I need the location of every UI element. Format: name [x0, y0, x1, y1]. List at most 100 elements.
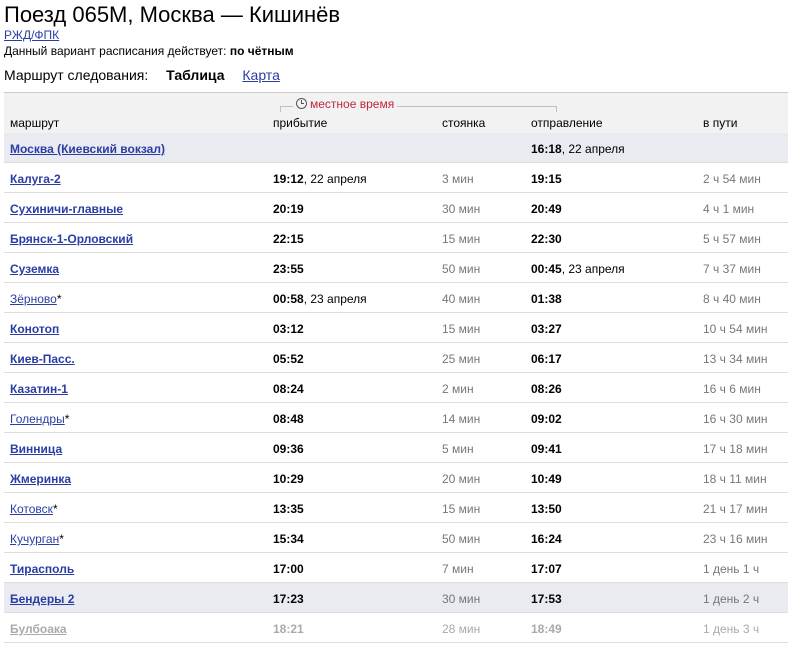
- validity-label: Данный вариант расписания действует:: [4, 44, 227, 58]
- arrival-time: 03:12: [273, 322, 304, 336]
- departure-time: 09:02: [531, 412, 562, 426]
- travel-time: 13 ч 34 мин: [703, 352, 768, 366]
- station-link[interactable]: Брянск-1-Орловский: [10, 232, 133, 246]
- local-time-hint[interactable]: местное время: [293, 97, 398, 111]
- table-row: Москва (Киевский вокзал) 16:18, 22 апрел…: [4, 133, 788, 163]
- arrival-time: 23:55: [273, 262, 304, 276]
- station-link[interactable]: Кучурган: [10, 532, 59, 546]
- local-time-label: местное время: [310, 97, 395, 111]
- route-view-switch: Маршрут следования: Таблица Карта: [4, 67, 280, 83]
- table-row: Винница 09:36 5 мин 09:41 17 ч 18 мин: [4, 433, 788, 463]
- arrival-time: 20:19: [273, 202, 304, 216]
- arrival-time: 10:29: [273, 472, 304, 486]
- travel-time: 21 ч 17 мин: [703, 502, 768, 516]
- station-link[interactable]: Суземка: [10, 262, 59, 276]
- departure-time: 20:49: [531, 202, 562, 216]
- travel-time: 18 ч 11 мин: [703, 472, 767, 486]
- table-row: Калуга-2 19:12, 22 апреля 3 мин 19:15 2 …: [4, 163, 788, 193]
- table-row: Казатин-1 08:24 2 мин 08:26 16 ч 6 мин: [4, 373, 788, 403]
- arrival-time: 00:58: [273, 292, 304, 306]
- clock-icon: [296, 98, 307, 109]
- tab-table: Таблица: [166, 67, 225, 83]
- stop-duration: 5 мин: [442, 442, 474, 456]
- departure-time: 06:17: [531, 352, 562, 366]
- validity-value: по чётным: [229, 44, 294, 58]
- departure-time: 13:50: [531, 502, 562, 516]
- travel-time: 4 ч 1 мин: [703, 202, 755, 216]
- departure-time: 00:45: [531, 262, 562, 276]
- tab-map[interactable]: Карта: [242, 67, 279, 83]
- departure-time: 17:53: [531, 592, 562, 606]
- table-row: Брянск-1-Орловский 22:15 15 мин 22:30 5 …: [4, 223, 788, 253]
- departure-time: 10:49: [531, 472, 562, 486]
- stop-duration: 7 мин: [442, 562, 474, 576]
- table-row: Тирасполь 17:00 7 мин 17:07 1 день 1 ч: [4, 553, 788, 583]
- station-link[interactable]: Котовск: [10, 502, 53, 516]
- arrival-time: 15:34: [273, 532, 304, 546]
- travel-time: 7 ч 37 мин: [703, 262, 761, 276]
- departure-date: , 23 апреля: [561, 262, 625, 276]
- departure-time: 17:07: [531, 562, 562, 576]
- stop-duration: 20 мин: [442, 472, 481, 486]
- stop-duration: 50 мин: [442, 262, 481, 276]
- arrival-date: , 23 апреля: [303, 292, 367, 306]
- table-row: Киев-Пасс. 05:52 25 мин 06:17 13 ч 34 ми…: [4, 343, 788, 373]
- table-row: Конотоп 03:12 15 мин 03:27 10 ч 54 мин: [4, 313, 788, 343]
- stop-duration: 30 мин: [442, 592, 481, 606]
- column-departure: отправление: [531, 116, 603, 130]
- departure-time: 22:30: [531, 232, 562, 246]
- departure-time: 08:26: [531, 382, 562, 396]
- travel-time: 5 ч 57 мин: [703, 232, 761, 246]
- travel-time: 17 ч 18 мин: [703, 442, 768, 456]
- station-link[interactable]: Калуга-2: [10, 172, 61, 186]
- stop-duration: 25 мин: [442, 352, 481, 366]
- arrival-time: 22:15: [273, 232, 304, 246]
- stop-duration: 15 мин: [442, 322, 481, 336]
- carrier-link[interactable]: РЖД/ФПК: [4, 28, 59, 42]
- column-travel: в пути: [703, 116, 738, 130]
- table-row: Котовск* 13:35 15 мин 13:50 21 ч 17 мин: [4, 493, 788, 523]
- station-link[interactable]: Казатин-1: [10, 382, 68, 396]
- station-link[interactable]: Голендры: [10, 412, 65, 426]
- travel-time: 16 ч 30 мин: [703, 412, 768, 426]
- station-link[interactable]: Тирасполь: [10, 562, 74, 576]
- station-note: *: [56, 292, 62, 306]
- stop-duration: 28 мин: [442, 622, 481, 636]
- travel-time: 8 ч 40 мин: [703, 292, 761, 306]
- arrival-time: 17:23: [273, 592, 304, 606]
- arrival-time: 08:48: [273, 412, 304, 426]
- station-link[interactable]: Сухиничи-главные: [10, 202, 123, 216]
- schedule-validity: Данный вариант расписания действует: по …: [4, 44, 294, 58]
- station-link[interactable]: Зёрново: [10, 292, 57, 306]
- stop-duration: 14 мин: [442, 412, 481, 426]
- table-header: местное время маршрут прибытие стоянка о…: [4, 92, 788, 133]
- station-link[interactable]: Жмеринка: [10, 472, 71, 486]
- station-link[interactable]: Конотоп: [10, 322, 59, 336]
- stop-duration: 15 мин: [442, 232, 481, 246]
- station-link[interactable]: Москва (Киевский вокзал): [10, 142, 165, 156]
- stop-duration: 3 мин: [442, 172, 474, 186]
- station-link[interactable]: Киев-Пасс.: [10, 352, 75, 366]
- departure-time: 18:49: [531, 622, 562, 636]
- arrival-time: 18:21: [273, 622, 304, 636]
- column-route: маршрут: [10, 116, 60, 130]
- table-row: Суземка 23:55 50 мин 00:45, 23 апреля 7 …: [4, 253, 788, 283]
- stop-duration: 30 мин: [442, 202, 481, 216]
- station-link[interactable]: Винница: [10, 442, 62, 456]
- station-link[interactable]: Бендеры 2: [10, 592, 74, 606]
- station-note: *: [59, 532, 64, 546]
- arrival-time: 17:00: [273, 562, 304, 576]
- station-link[interactable]: Булбоака: [10, 622, 67, 636]
- table-row: Жмеринка 10:29 20 мин 10:49 18 ч 11 мин: [4, 463, 788, 493]
- travel-time: 16 ч 6 мин: [703, 382, 761, 396]
- arrival-time: 13:35: [273, 502, 304, 516]
- departure-date: , 22 апреля: [561, 142, 625, 156]
- travel-time: 2 ч 54 мин: [703, 172, 761, 186]
- station-note: *: [52, 502, 58, 516]
- table-row: Голендры* 08:48 14 мин 09:02 16 ч 30 мин: [4, 403, 788, 433]
- departure-time: 03:27: [531, 322, 562, 336]
- table-row: Сухиничи-главные 20:19 30 мин 20:49 4 ч …: [4, 193, 788, 223]
- stop-duration: 50 мин: [442, 532, 481, 546]
- schedule-table: Москва (Киевский вокзал) 16:18, 22 апрел…: [4, 133, 788, 643]
- travel-time: 1 день 2 ч: [703, 592, 760, 606]
